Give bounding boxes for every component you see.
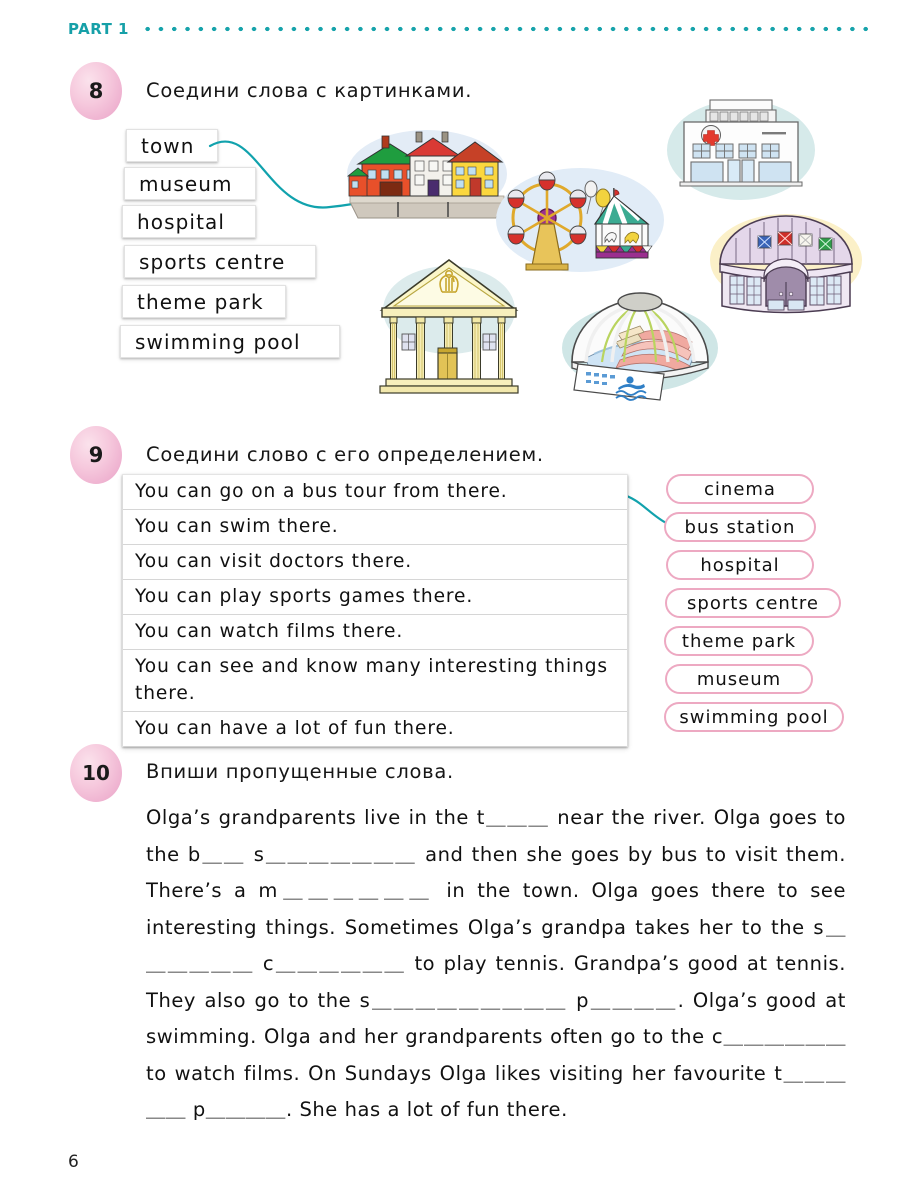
chip-bus-station[interactable]: bus station xyxy=(664,512,816,542)
chip-theme-park[interactable]: theme park xyxy=(664,626,814,656)
exercise-9-badge: 9 xyxy=(70,426,122,484)
sentence-row[interactable]: You can swim there. xyxy=(123,510,627,545)
word-box-sports-centre[interactable]: sports centre xyxy=(124,245,316,278)
museum-picture xyxy=(379,259,519,394)
word-box-museum[interactable]: museum xyxy=(124,167,256,200)
chip-hospital[interactable]: hospital xyxy=(666,550,814,580)
part-header: PART 1 xyxy=(68,18,868,40)
sentence-row[interactable]: You can see and know many interesting th… xyxy=(123,650,627,712)
exercise-8-badge: 8 xyxy=(70,62,122,120)
exercise-10-badge: 10 xyxy=(70,744,122,802)
dotted-rule xyxy=(141,26,868,32)
chip-cinema[interactable]: cinema xyxy=(666,474,814,504)
sentence-row[interactable]: You can play sports games there. xyxy=(123,580,627,615)
word-box-theme-park[interactable]: theme park xyxy=(122,285,286,318)
sentence-row[interactable]: You can have a lot of fun there. xyxy=(123,712,627,746)
chip-swimming-pool[interactable]: swimming pool xyxy=(664,702,844,732)
chip-museum[interactable]: museum xyxy=(665,664,813,694)
sentence-row[interactable]: You can go on a bus tour from there. xyxy=(123,475,627,510)
exercise-10-instruction: Впиши пропущенные слова. xyxy=(146,760,454,783)
part-label: PART 1 xyxy=(68,20,129,38)
exercise-9-sentence-list: You can go on a bus tour from there. You… xyxy=(122,474,628,747)
word-box-swimming-pool[interactable]: swimming pool xyxy=(120,325,340,358)
exercise-10-paragraph[interactable]: Olga’s grandparents live in the t＿＿＿ nea… xyxy=(146,800,846,1129)
exercise-9-instruction: Соедини слово с его определением. xyxy=(146,443,544,466)
sentence-row[interactable]: You can watch films there. xyxy=(123,615,627,650)
exercise-8-instruction: Соедини слова с картинками. xyxy=(146,79,473,102)
hospital-picture xyxy=(667,99,815,200)
sports-centre-picture xyxy=(710,214,862,314)
page-number: 6 xyxy=(68,1152,79,1172)
swimming-pool-picture xyxy=(562,292,718,401)
chip-sports-centre[interactable]: sports centre xyxy=(665,588,841,618)
word-box-town[interactable]: town xyxy=(126,129,218,162)
word-box-hospital[interactable]: hospital xyxy=(122,205,256,238)
town-houses-picture xyxy=(346,130,507,219)
sentence-row[interactable]: You can visit doctors there. xyxy=(123,545,627,580)
